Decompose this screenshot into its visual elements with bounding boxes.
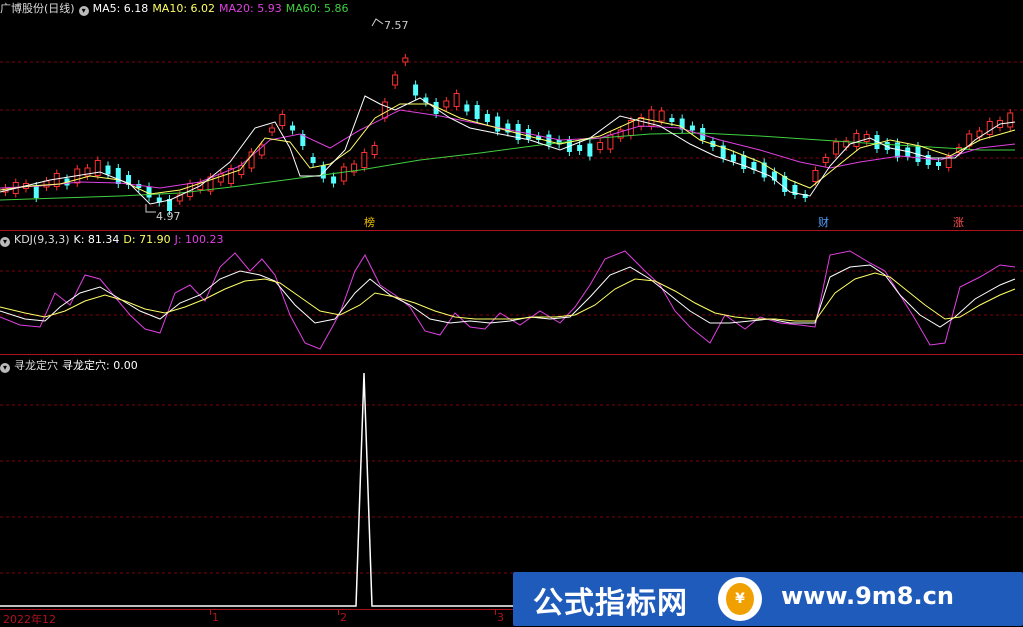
candle-body [33, 186, 39, 198]
candle-body [413, 84, 419, 96]
candle-body [331, 176, 337, 184]
watermark-url: www.9m8.cn [781, 582, 954, 610]
candle-body [361, 152, 368, 168]
candle-body [43, 180, 50, 188]
ma60-line [0, 132, 1015, 201]
candle-body [269, 127, 276, 133]
marker-cai[interactable]: 财 [818, 214, 829, 230]
candle-body [822, 157, 829, 163]
candle-body [741, 155, 747, 169]
candle-body [577, 145, 583, 151]
candle-body [279, 114, 286, 126]
candle-body [146, 186, 152, 198]
candle-body [986, 121, 993, 135]
watermark-text: 公式指标网 [533, 586, 688, 621]
high-marker: 7.57 [371, 18, 409, 32]
candle-body [474, 105, 480, 119]
candle-body [84, 167, 91, 177]
low-price-label: 4.97 [156, 210, 181, 223]
candle-body [217, 173, 224, 183]
ma5-line [0, 95, 1016, 205]
marker-zhang[interactable]: 涨 [953, 214, 964, 230]
candle-body [115, 168, 121, 184]
candle-group [2, 54, 1014, 215]
candlestick-panel[interactable]: 广博股份(日线) ▾ MA5: 6.18 MA10: 6.02 MA20: 5.93 MA… [0, 0, 1023, 230]
high-price-label: 7.57 [384, 19, 409, 32]
candle-body [290, 125, 296, 131]
candle-body [453, 93, 460, 107]
candle-body [495, 116, 501, 132]
candle-body [812, 170, 819, 182]
kdj-d-line [0, 272, 1016, 322]
candle-body [730, 154, 736, 162]
candle-body [392, 74, 399, 86]
candle-body [832, 141, 839, 155]
candle-body [935, 162, 941, 166]
candle-body [443, 100, 450, 108]
candle-body [402, 57, 409, 63]
candle-body [464, 104, 470, 112]
candle-body [587, 143, 593, 157]
candle-body [381, 101, 388, 119]
marker-bang[interactable]: 榜 [364, 214, 375, 230]
watermark-logo-icon: ¥ [718, 577, 762, 621]
candle-body [853, 133, 860, 147]
x-label-dec: 2022年12 [3, 613, 56, 626]
candlestick-chart: 7.57 4.97 [0, 18, 1023, 223]
watermark-banner[interactable]: 公式指标网 ¥ www.9m8.cn [513, 572, 1023, 626]
candle-body [371, 145, 378, 155]
x-label-jan: 1 [212, 611, 219, 624]
candle-body [597, 142, 604, 150]
indicator-chart [0, 372, 1023, 607]
candle-body [669, 118, 675, 122]
x-label-mar: 3 [497, 611, 504, 624]
kdj-chart [0, 250, 1023, 350]
candle-body [658, 110, 665, 122]
candle-body [484, 114, 490, 122]
candle-body [689, 125, 695, 131]
kdj-panel[interactable]: ▾ KDJ(9,3,3) K: 81.34 D: 71.90 J: 100.23 [0, 231, 1023, 354]
candle-body [340, 166, 347, 182]
x-label-feb: 2 [340, 611, 347, 624]
indicator-panel[interactable]: ▾ 寻龙定穴 寻龙定穴: 0.00 [0, 355, 1023, 608]
candle-body [105, 165, 111, 175]
low-marker: 4.97 [145, 204, 181, 223]
candle-body [310, 157, 316, 163]
candle-body [1007, 112, 1014, 128]
candle-body [94, 160, 101, 176]
